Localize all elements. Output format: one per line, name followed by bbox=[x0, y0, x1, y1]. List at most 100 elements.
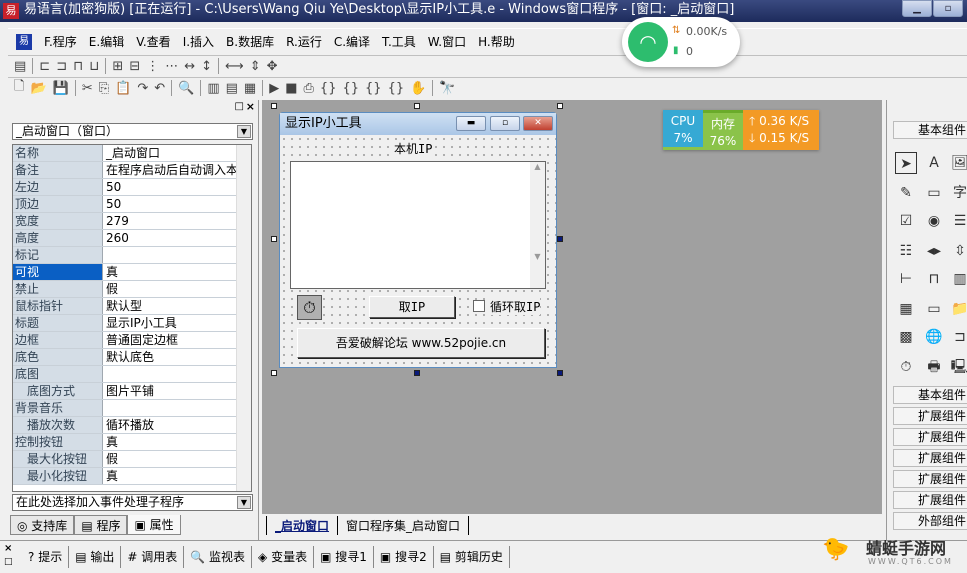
form-close-button[interactable]: ✕ bbox=[523, 116, 553, 131]
folder-icon[interactable]: 📁 bbox=[949, 298, 967, 320]
door-icon[interactable]: ⊐ bbox=[949, 326, 967, 348]
object-select[interactable]: _启动窗口（窗口） ▼ bbox=[12, 123, 253, 140]
step-into-icon[interactable]: {} bbox=[320, 81, 337, 96]
edit-icon[interactable]: ✎ bbox=[895, 182, 917, 204]
property-scrollbar[interactable] bbox=[236, 145, 251, 491]
property-row[interactable]: 左边 50 bbox=[13, 179, 251, 196]
tab-program[interactable]: ▤ 程序 bbox=[74, 515, 128, 535]
tab-variables[interactable]: ◈ 变量表 bbox=[252, 546, 315, 568]
step-out-icon[interactable]: {} bbox=[365, 81, 382, 96]
property-row[interactable]: 控制按钮真 bbox=[13, 434, 251, 451]
form-maximize-button[interactable]: ▫ bbox=[490, 116, 520, 131]
layout2-icon[interactable]: ▤ bbox=[226, 81, 238, 96]
designed-form[interactable]: 显示IP小工具 ▬ ▫ ✕ 本机IP ▲ ▼ ⏱ 取IP 循环取IP 吾爱破解论坛… bbox=[279, 112, 557, 368]
computer-icon[interactable]: 🖳 bbox=[949, 356, 967, 378]
combo-icon[interactable]: ☷ bbox=[895, 240, 917, 262]
menu-tools[interactable]: T.工具 bbox=[382, 33, 416, 50]
tab-window-class[interactable]: 窗口程序集_启动窗口 bbox=[337, 516, 470, 535]
align-right-icon[interactable]: ⊐ bbox=[56, 59, 67, 74]
run-icon[interactable]: ▶ bbox=[269, 81, 279, 96]
chevron-down-icon[interactable]: ▼ bbox=[237, 125, 251, 138]
space-v-icon[interactable]: ⋯ bbox=[165, 59, 178, 74]
tab-call-table[interactable]: # 调用表 bbox=[121, 546, 185, 568]
run-to-icon[interactable]: {} bbox=[388, 81, 405, 96]
progress-icon[interactable]: ▭ bbox=[923, 298, 945, 320]
event-select[interactable]: 在此处选择加入事件处理子程序 ▼ bbox=[12, 494, 253, 511]
chevron-down-icon[interactable]: ▼ bbox=[237, 496, 251, 509]
property-value[interactable] bbox=[103, 366, 251, 382]
tab-search2[interactable]: ▣ 搜寻2 bbox=[374, 546, 434, 568]
align-bottom-icon[interactable]: ⊔ bbox=[89, 59, 99, 74]
label-icon[interactable]: A bbox=[923, 152, 945, 174]
hand-icon[interactable]: ✋ bbox=[410, 81, 426, 96]
property-row[interactable]: 禁止假 bbox=[13, 281, 251, 298]
menu-database[interactable]: B.数据库 bbox=[226, 33, 274, 50]
property-row[interactable]: 顶边 50 bbox=[13, 196, 251, 213]
property-value[interactable]: 图片平铺 bbox=[103, 383, 251, 399]
property-row[interactable]: 宽度 279 bbox=[13, 213, 251, 230]
menu-insert[interactable]: I.插入 bbox=[183, 33, 214, 50]
find-icon[interactable]: 🔍 bbox=[178, 81, 194, 96]
property-value[interactable] bbox=[103, 400, 251, 416]
new-file-icon[interactable]: 🗋 bbox=[14, 77, 24, 99]
tab-control-icon[interactable]: ⊓ bbox=[923, 268, 945, 290]
component-group[interactable]: 扩展组件 bbox=[893, 407, 967, 425]
property-value[interactable]: 真 bbox=[103, 468, 251, 484]
dist-v-icon[interactable]: ↕ bbox=[201, 59, 212, 74]
debug-icon[interactable]: ⎙ bbox=[304, 81, 314, 96]
color-picker-icon[interactable]: ▩ bbox=[895, 326, 917, 348]
open-folder-icon[interactable]: 📂 bbox=[30, 81, 46, 96]
printer-icon[interactable]: 🖶 bbox=[923, 356, 945, 378]
tab-properties[interactable]: ▣ 属性 bbox=[127, 515, 181, 535]
property-row[interactable]: 鼠标指针 默认型 bbox=[13, 298, 251, 315]
property-value[interactable]: _启动窗口 bbox=[103, 145, 251, 161]
property-value[interactable]: 279 bbox=[103, 213, 251, 229]
paste-icon[interactable]: 📋 bbox=[115, 81, 131, 96]
radio-icon[interactable]: ◉ bbox=[923, 210, 945, 232]
menu-program[interactable]: F.程序 bbox=[44, 33, 77, 50]
close-icon[interactable]: × bbox=[4, 543, 12, 554]
property-row[interactable]: 底图 bbox=[13, 366, 251, 383]
restore-icon[interactable]: □ bbox=[235, 101, 244, 112]
tab-output[interactable]: ▤ 输出 bbox=[69, 546, 122, 568]
layout3-icon[interactable]: ▦ bbox=[244, 81, 256, 96]
form-icon[interactable]: ▤ bbox=[14, 59, 26, 74]
property-row[interactable]: 底色 默认底色 bbox=[13, 349, 251, 366]
get-ip-button[interactable]: 取IP bbox=[369, 296, 455, 318]
align-left-icon[interactable]: ⊏ bbox=[39, 59, 50, 74]
toolbar-icon[interactable]: ▥ bbox=[949, 268, 967, 290]
tab-search1[interactable]: ▣ 搜寻1 bbox=[314, 546, 374, 568]
center-v-icon[interactable]: ⊟ bbox=[129, 59, 140, 74]
property-value[interactable]: 普通固定边框 bbox=[103, 332, 251, 348]
step-over-icon[interactable]: {} bbox=[342, 81, 359, 96]
property-value[interactable]: 默认底色 bbox=[103, 349, 251, 365]
same-size-icon[interactable]: ✥ bbox=[267, 59, 278, 74]
timer-icon[interactable]: ⏱ bbox=[895, 356, 917, 378]
component-group[interactable]: 基本组件 bbox=[893, 386, 967, 404]
listbox-icon[interactable]: ☰ bbox=[949, 210, 967, 232]
property-value[interactable]: 50 bbox=[103, 196, 251, 212]
spin-icon[interactable]: ⇳ bbox=[949, 240, 967, 262]
property-row[interactable]: 最小化按钮真 bbox=[13, 468, 251, 485]
pointer-icon[interactable]: ➤ bbox=[895, 152, 917, 174]
tab-watch[interactable]: 🔍 监视表 bbox=[184, 546, 253, 568]
save-icon[interactable]: 💾 bbox=[53, 81, 69, 96]
property-row[interactable]: 高度 260 bbox=[13, 230, 251, 247]
groupbox-icon[interactable]: ▭ bbox=[923, 182, 945, 204]
component-group[interactable]: 扩展组件 bbox=[893, 470, 967, 488]
component-group[interactable]: 扩展组件 bbox=[893, 491, 967, 509]
center-h-icon[interactable]: ⊞ bbox=[112, 59, 123, 74]
property-row[interactable]: 名称 _启动窗口 bbox=[13, 145, 251, 162]
property-value[interactable]: 260 bbox=[103, 230, 251, 246]
property-row[interactable]: 播放次数 循环播放 bbox=[13, 417, 251, 434]
menu-help[interactable]: H.帮助 bbox=[478, 33, 515, 50]
tab-clip-history[interactable]: ▤ 剪辑历史 bbox=[434, 546, 510, 568]
picture-icon[interactable]: 🖼 bbox=[949, 152, 967, 174]
tab-hint[interactable]: ? 提示 bbox=[22, 546, 70, 568]
slider-icon[interactable]: ⊢ bbox=[895, 268, 917, 290]
redo-icon[interactable]: ↷ bbox=[137, 81, 148, 96]
network-icon[interactable]: 🌐 bbox=[923, 326, 945, 348]
property-row[interactable]: 备注 在程序启动后自动调入本 bbox=[13, 162, 251, 179]
property-row[interactable]: 最大化按钮假 bbox=[13, 451, 251, 468]
tab-startup-window[interactable]: _启动窗口 bbox=[266, 516, 337, 535]
